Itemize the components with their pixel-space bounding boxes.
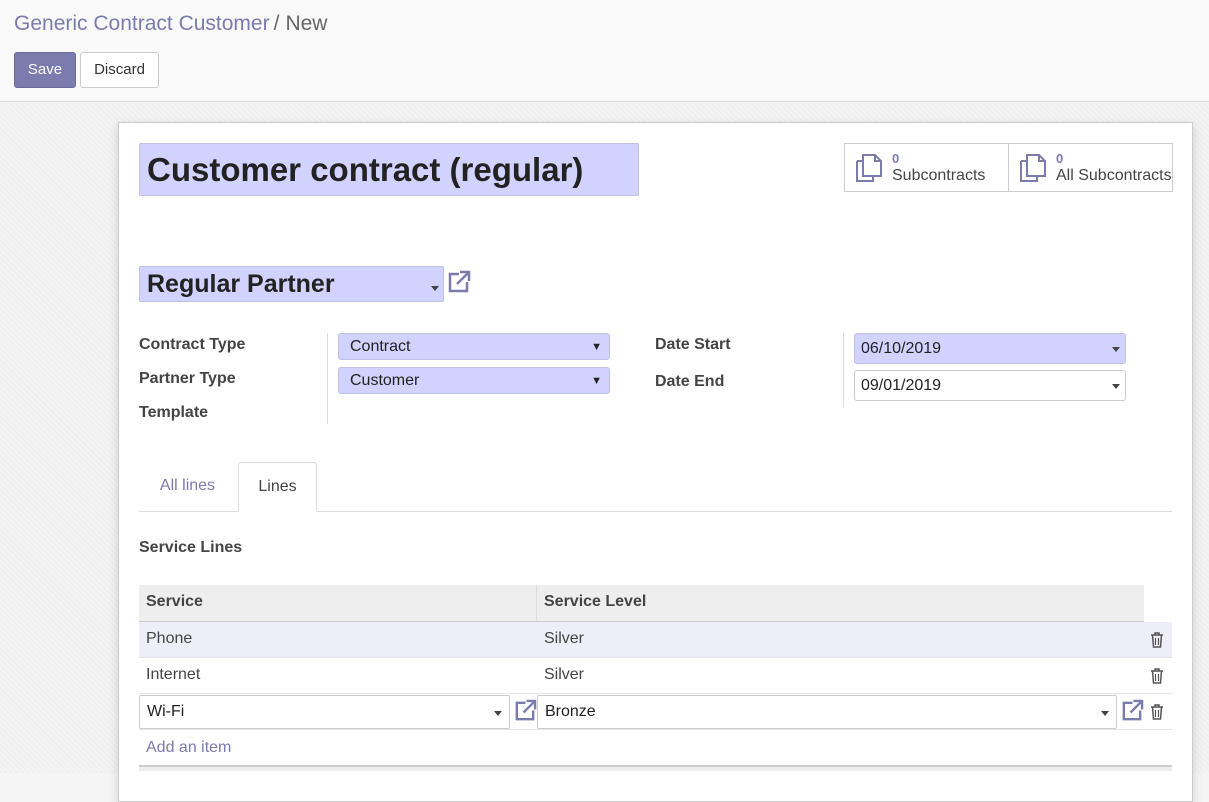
all-subcontracts-button[interactable]: 0 All Subcontracts [1009,144,1172,191]
field-separator [843,333,844,407]
date-end-input[interactable]: 09/01/2019 [854,370,1126,401]
tab-all-lines[interactable]: All lines [139,462,236,512]
partner-type-select[interactable]: Customer ▼ [338,367,610,394]
all-subcontracts-label: All Subcontracts [1056,167,1172,184]
form-sheet: Customer contract (regular) 0 Subcontrac… [118,122,1193,802]
cell-service: Internet [146,666,201,683]
breadcrumb-current: New [285,12,328,35]
add-item-link[interactable]: Add an item [146,739,231,757]
breadcrumb-separator: / [273,12,280,35]
contract-type-label: Contract Type [139,336,246,353]
subcontracts-button[interactable]: 0 Subcontracts [845,144,1009,191]
date-start-value: 06/10/2019 [861,340,942,357]
date-start-label: Date Start [655,336,731,353]
chevron-down-icon [431,286,439,291]
field-separator [327,333,328,424]
external-link-icon[interactable] [513,699,537,723]
subcontracts-count: 0 [892,151,900,166]
dropdown-arrow-icon: ▼ [591,341,602,353]
chevron-down-icon [494,711,502,716]
control-panel: Generic Contract Customer / New Save Disca… [0,0,1209,102]
chevron-down-icon [1101,711,1109,716]
column-header-service-level[interactable]: Service Level [537,585,1144,621]
contract-type-select[interactable]: Contract ▼ [338,333,610,360]
service-value: Wi-Fi [147,703,185,720]
discard-button[interactable]: Discard [80,52,159,88]
service-select[interactable]: Wi-Fi [139,695,510,729]
copy-icon [856,154,882,182]
external-link-icon[interactable] [446,270,471,295]
stat-button-box: 0 Subcontracts 0 All Subcontracts [844,143,1173,192]
dropdown-arrow-icon: ▼ [591,375,602,387]
partner-value: Regular Partner [147,270,335,298]
table-row[interactable]: Internet Silver [139,658,1172,694]
chevron-down-icon [1112,347,1120,352]
table-header: Service Service Level [139,585,1144,622]
contract-name-input[interactable]: Customer contract (regular) [139,143,639,196]
breadcrumb-parent-link[interactable]: Generic Contract Customer [14,12,270,35]
notebook-tabs: All lines Lines [139,462,1172,512]
trash-icon[interactable] [1150,704,1164,720]
trash-icon[interactable] [1150,668,1164,684]
column-header-service[interactable]: Service [139,585,537,621]
breadcrumb: Generic Contract Customer / New [14,11,327,37]
external-link-icon[interactable] [1120,699,1144,723]
copy-icon [1020,154,1046,182]
content-area: Customer contract (regular) 0 Subcontrac… [0,103,1209,802]
date-end-value: 09/01/2019 [861,377,942,394]
service-level-select[interactable]: Bronze [537,695,1117,729]
date-end-label: Date End [655,373,725,390]
save-button[interactable]: Save [14,52,76,88]
date-start-input[interactable]: 06/10/2019 [854,333,1126,364]
table-footer [139,765,1172,771]
template-label: Template [139,404,209,421]
all-subcontracts-count: 0 [1056,151,1064,166]
contract-type-value: Contract [350,338,411,355]
table-row-editing[interactable]: Wi-Fi Bronze [139,694,1172,730]
service-lines-title: Service Lines [139,539,243,556]
partner-type-label: Partner Type [139,370,236,387]
chevron-down-icon [1112,384,1120,389]
tab-lines[interactable]: Lines [238,462,317,512]
cell-service-level: Silver [544,666,585,683]
partner-select[interactable]: Regular Partner [139,266,444,302]
trash-icon[interactable] [1150,632,1164,648]
table-row[interactable]: Phone Silver [139,622,1172,658]
partner-type-value: Customer [350,372,420,389]
service-level-value: Bronze [545,703,596,720]
cell-service-level: Silver [544,630,585,647]
cell-service: Phone [146,630,193,647]
subcontracts-label: Subcontracts [892,167,986,184]
